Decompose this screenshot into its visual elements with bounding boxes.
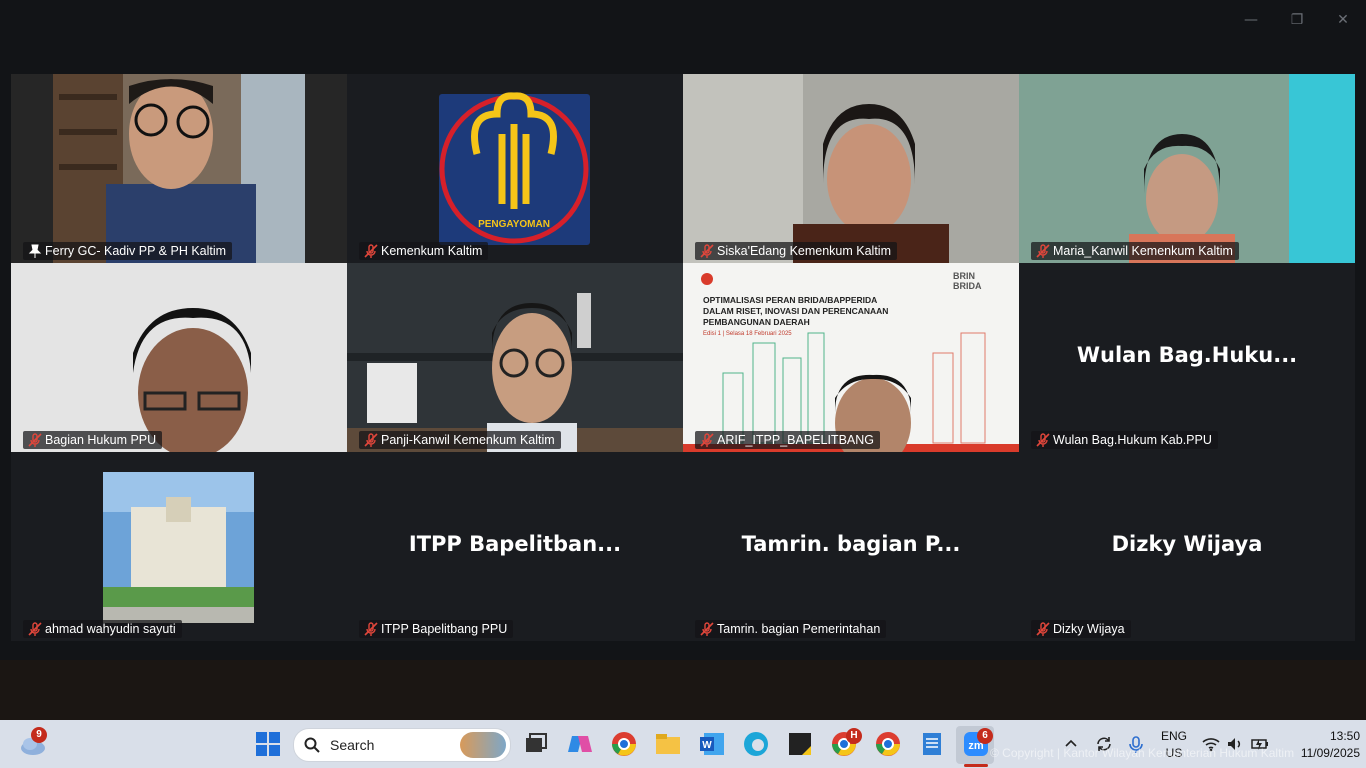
participant-tile[interactable]: Wulan Bag.Huku... Wulan Bag.Hukum Kab.PP…: [1019, 263, 1355, 452]
participant-photo: [11, 452, 347, 641]
participant-nameplate: Kemenkum Kaltim: [359, 242, 489, 260]
clock-time[interactable]: 13:50: [1280, 729, 1360, 743]
participant-nameplate: ARIF_ITPP_BAPELITBANG: [695, 431, 880, 449]
participant-name: Wulan Bag.Hukum Kab.PPU: [1053, 433, 1212, 447]
taskbar-apps: W H zm 6 ENG US 13:50 11/09/2025: [0, 720, 1366, 768]
file-explorer-icon[interactable]: [652, 728, 684, 760]
participant-nameplate: Wulan Bag.Hukum Kab.PPU: [1031, 431, 1218, 449]
participant-display-name: Wulan Bag.Huku...: [1076, 343, 1298, 367]
participant-video: [683, 74, 1019, 263]
participant-tile[interactable]: Siska'Edang Kemenkum Kaltim: [683, 74, 1019, 263]
participant-tile[interactable]: Bagian Hukum PPU: [11, 263, 347, 452]
mic-muted-icon: [700, 433, 714, 447]
participant-nameplate: ITPP Bapelitbang PPU: [359, 620, 514, 638]
copyright-watermark: © Copyright | Kantor Wilayah Kementerian…: [990, 746, 1295, 760]
participant-name: Tamrin. bagian Pemerintahan: [717, 622, 881, 636]
participant-name: ITPP Bapelitbang PPU: [381, 622, 508, 636]
close-button[interactable]: ✕: [1332, 10, 1354, 30]
notepad-icon[interactable]: [916, 728, 948, 760]
participant-tile[interactable]: ahmad wahyudin sayuti: [11, 452, 347, 641]
participant-nameplate: Ferry GC- Kadiv PP & PH Kaltim: [23, 242, 233, 260]
mic-muted-icon: [1036, 244, 1050, 258]
participant-logo: PENGAYOMAN: [347, 74, 683, 263]
logo-text: PENGAYOMAN: [478, 219, 550, 230]
task-view-icon[interactable]: [520, 728, 552, 760]
mic-muted-icon: [28, 433, 42, 447]
participant-tile[interactable]: PENGAYOMAN Kemenkum Kaltim: [347, 74, 683, 263]
window-titlebar: — ❐ ✕: [0, 0, 1366, 40]
participant-name: Dizky Wijaya: [1053, 622, 1125, 636]
mic-muted-icon: [364, 433, 378, 447]
minimize-button[interactable]: —: [1240, 10, 1262, 30]
edge-icon[interactable]: [740, 728, 772, 760]
chrome-alt-profile-icon[interactable]: [872, 728, 904, 760]
participant-name: Kemenkum Kaltim: [381, 244, 483, 258]
word-icon[interactable]: W: [696, 728, 728, 760]
participant-name: Panji-Kanwil Kemenkum Kaltim: [381, 433, 555, 447]
chrome-badge: H: [846, 728, 862, 744]
language-indicator[interactable]: ENG: [1158, 729, 1190, 743]
participant-tile[interactable]: Tamrin. bagian P... Tamrin. bagian Pemer…: [683, 452, 1019, 641]
mic-muted-icon: [1036, 433, 1050, 447]
participant-video: [1019, 74, 1355, 263]
participant-name: Siska'Edang Kemenkum Kaltim: [717, 244, 891, 258]
participant-video: [11, 74, 347, 263]
restore-button[interactable]: ❐: [1286, 10, 1308, 30]
slide-brand: BRIN BRIDA: [953, 271, 982, 291]
participant-tile[interactable]: Dizky Wijaya Dizky Wijaya: [1019, 452, 1355, 641]
mic-muted-icon: [364, 244, 378, 258]
zoom-badge: 6: [977, 728, 993, 744]
participant-tile[interactable]: OPTIMALISASI PERAN BRIDA/BAPPERIDA DALAM…: [683, 263, 1019, 452]
mic-muted-icon: [700, 622, 714, 636]
mic-muted-icon: [28, 622, 42, 636]
mic-muted-icon: [700, 244, 714, 258]
participant-display-name: Tamrin. bagian P...: [741, 532, 961, 556]
pin-icon: [28, 244, 42, 258]
participant-display-name: ITPP Bapelitban...: [408, 532, 622, 556]
slide-subtitle: Edisi 1 | Selasa 18 Februari 2025: [703, 331, 792, 337]
participant-tile[interactable]: Maria_Kanwil Kemenkum Kaltim: [1019, 74, 1355, 263]
participant-display-name: Dizky Wijaya: [1111, 532, 1263, 556]
notes-app-icon[interactable]: [784, 728, 816, 760]
participant-nameplate: Panji-Kanwil Kemenkum Kaltim: [359, 431, 561, 449]
participant-name: Ferry GC- Kadiv PP & PH Kaltim: [45, 244, 227, 258]
participant-name: ARIF_ITPP_BAPELITBANG: [717, 433, 874, 447]
participant-slide: [683, 263, 1019, 452]
participant-nameplate: Siska'Edang Kemenkum Kaltim: [695, 242, 897, 260]
participant-nameplate: Maria_Kanwil Kemenkum Kaltim: [1031, 242, 1239, 260]
participant-nameplate: Tamrin. bagian Pemerintahan: [695, 620, 887, 638]
participant-video: [347, 263, 683, 452]
participant-video: [11, 263, 347, 452]
participant-name: Maria_Kanwil Kemenkum Kaltim: [1053, 244, 1233, 258]
mic-muted-icon: [1036, 622, 1050, 636]
chrome-profile-icon[interactable]: [608, 728, 640, 760]
participant-nameplate: Dizky Wijaya: [1031, 620, 1131, 638]
zoom-active-indicator: [964, 764, 988, 767]
slide-title: OPTIMALISASI PERAN BRIDA/BAPPERIDA DALAM…: [703, 295, 889, 327]
participant-nameplate: ahmad wahyudin sayuti: [23, 620, 182, 638]
participant-nameplate: Bagian Hukum PPU: [23, 431, 163, 449]
participant-gallery: Ferry GC- Kadiv PP & PH Kaltim PENGAYOMA…: [0, 74, 1366, 660]
participant-tile[interactable]: Ferry GC- Kadiv PP & PH Kaltim: [11, 74, 347, 263]
participant-name: ahmad wahyudin sayuti: [45, 622, 176, 636]
participant-tile[interactable]: Panji-Kanwil Kemenkum Kaltim: [347, 263, 683, 452]
mic-muted-icon: [364, 622, 378, 636]
svg-text:W: W: [702, 740, 712, 751]
copilot-icon[interactable]: [564, 728, 596, 760]
participant-name: Bagian Hukum PPU: [45, 433, 157, 447]
participant-tile[interactable]: ITPP Bapelitban... ITPP Bapelitbang PPU: [347, 452, 683, 641]
meeting-footer-area: [0, 660, 1366, 720]
